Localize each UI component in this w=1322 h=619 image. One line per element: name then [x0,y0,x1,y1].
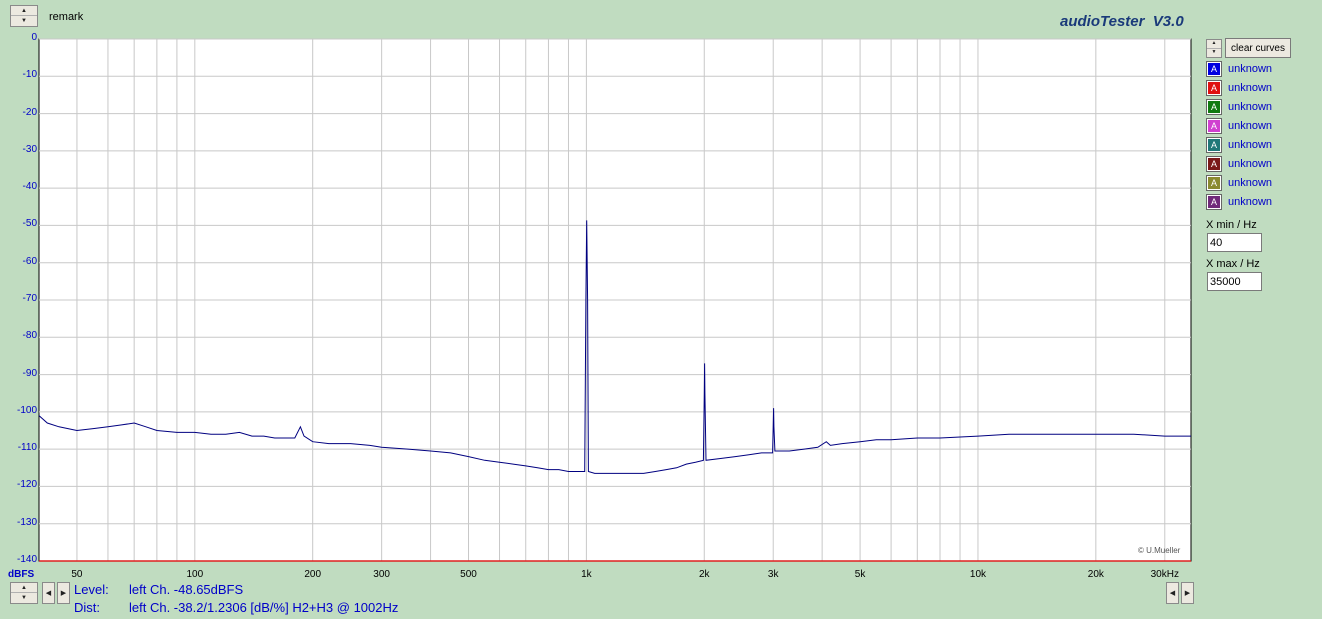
legend-label: unknown [1228,82,1273,94]
y-tick-label: -140 [16,554,37,565]
scroll-right-button[interactable]: ▶ [57,582,70,604]
scroll-left-button[interactable]: ◀ [42,582,55,604]
level-label: Level: [74,582,109,597]
y-tick-label: -80 [22,330,37,342]
zoom-right-button[interactable]: ▶ [1181,582,1194,604]
x-tick-label: 30kHz [1150,569,1179,580]
y-tick-label: -30 [22,143,37,155]
legend-swatch-icon[interactable]: A [1206,175,1222,191]
x-tick-label: 3k [767,569,779,580]
legend-swatch-icon[interactable]: A [1206,156,1222,172]
zoom-left-button[interactable]: ◀ [1166,582,1179,604]
legend-label: unknown [1228,63,1273,75]
legend-swatch-icon[interactable]: A [1206,80,1222,96]
spin-down-icon[interactable]: ▼ [11,593,37,603]
legend-item[interactable]: Aunknown [1206,118,1273,134]
x-tick-label: 100 [186,569,204,580]
legend-label: unknown [1228,139,1273,151]
curve-spinner[interactable]: ▲ ▼ [1206,39,1222,58]
x-tick-label: 5k [854,569,866,580]
legend-item[interactable]: Aunknown [1206,175,1273,191]
legend-swatch-icon[interactable]: A [1206,194,1222,210]
xmin-input[interactable] [1207,233,1262,252]
spectrum-chart [38,38,1192,562]
legend-swatch-icon[interactable]: A [1206,99,1222,115]
y-tick-label: -110 [17,442,37,454]
y-tick-label: -20 [22,106,37,118]
x-tick-label: 200 [304,569,322,580]
spin-up-icon[interactable]: ▲ [1207,40,1221,49]
y-tick-label: -50 [22,218,37,230]
legend-item[interactable]: Aunknown [1206,80,1273,96]
legend-item[interactable]: Aunknown [1206,61,1273,77]
legend-item[interactable]: Aunknown [1206,156,1273,172]
legend-item[interactable]: Aunknown [1206,137,1273,153]
copyright-text: © U.Mueller [1138,546,1181,555]
spin-up-icon[interactable]: ▲ [11,583,37,593]
legend-item[interactable]: Aunknown [1206,99,1273,115]
y-tick-label: -10 [22,69,37,81]
level-value: left Ch. -48.65dBFS [129,582,244,597]
legend-label: unknown [1228,101,1273,113]
x-tick-label: 2k [698,569,710,580]
legend-swatch-icon[interactable]: A [1206,118,1222,134]
clear-curves-button[interactable]: clear curves [1225,38,1291,58]
legend-label: unknown [1228,196,1273,208]
y-tick-label: -120 [16,479,37,491]
y-tick-label: -130 [16,516,37,528]
x-tick-label: 10k [969,569,987,580]
y-tick-label: -90 [22,367,37,379]
y-tick-label: 0 [31,32,37,43]
dist-value: left Ch. -38.2/1.2306 [dB/%] H2+H3 @ 100… [129,600,399,615]
x-tick-label: 500 [460,569,477,580]
legend-label: unknown [1228,120,1273,132]
y-tick-label: -40 [22,181,37,193]
y-tick-label: -60 [22,255,37,267]
xmax-input[interactable] [1207,272,1262,291]
legend-label: unknown [1228,158,1273,170]
xmin-label: X min / Hz [1206,219,1257,231]
y-tick-label: -70 [22,293,37,304]
x-tick-label: 20k [1087,569,1104,580]
x-tick-label: 300 [373,569,390,580]
legend-label: unknown [1228,177,1273,189]
legend-swatch-icon[interactable]: A [1206,61,1222,77]
spin-down-icon[interactable]: ▼ [1207,49,1221,58]
dist-label: Dist: [74,600,100,615]
x-tick-label: 50 [71,569,83,580]
y-axis-unit: dBFS [8,569,35,580]
x-tick-label: 1k [581,569,592,580]
xmax-label: X max / Hz [1206,258,1260,270]
bottom-spinner[interactable]: ▲ ▼ [10,582,38,604]
legend-swatch-icon[interactable]: A [1206,137,1222,153]
legend-item[interactable]: Aunknown [1206,194,1273,210]
y-tick-label: -100 [16,404,37,416]
